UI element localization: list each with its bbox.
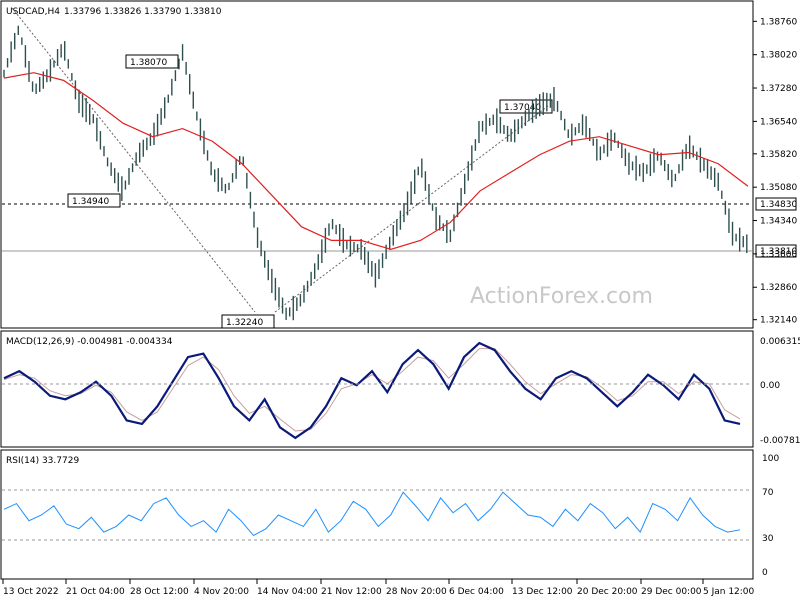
rsi-y-axis: 100 70 30 0 xyxy=(762,454,779,578)
price-header-ohlc: 1.33796 1.33826 1.33790 1.33810 xyxy=(64,7,222,17)
rsi-header: RSI(14) 33.7729 xyxy=(6,456,79,466)
rsi-panel-frame xyxy=(0,449,754,580)
x-tick-label: 13 Dec 12:00 xyxy=(512,587,573,597)
x-tick-label: 6 Dec 04:00 xyxy=(449,587,504,597)
x-tick-label: 14 Nov 04:00 xyxy=(257,587,318,597)
watermark: ActionForex.com xyxy=(470,284,653,309)
price-y-tick-label: 1.35080 xyxy=(760,183,797,193)
x-tick-label: 21 Oct 04:00 xyxy=(66,587,125,597)
price-y-tick-label: 1.38020 xyxy=(760,51,797,61)
price-series xyxy=(3,25,748,321)
macd-y-tick-label: 0.006315 xyxy=(760,337,800,347)
price-y-tick-label: 1.38760 xyxy=(760,17,797,27)
trendline-down xyxy=(11,7,256,313)
chart-root: USDCAD,H4 1.33796 1.33826 1.33790 1.3381… xyxy=(0,0,800,600)
price-y-tick-label: 1.37280 xyxy=(760,84,797,94)
rsi-y-tick-label: 0 xyxy=(762,568,768,578)
annotation-2: 1.34940 xyxy=(72,197,109,207)
price-y-tick-label: 1.32860 xyxy=(760,283,797,293)
macd-y-axis: 0.006315 0.00 -0.007818 xyxy=(760,337,800,446)
price-y-axis: 1.38760 1.38020 1.37280 1.36540 1.35820 1.350… xyxy=(753,17,797,326)
level-label-dashed: 1.34830 xyxy=(760,200,797,210)
x-tick-label: 5 Jan 12:00 xyxy=(703,587,755,597)
price-y-tick-label: 1.33600 xyxy=(760,250,797,260)
rsi-y-tick-label: 70 xyxy=(762,488,774,498)
x-tick-label: 20 Dec 20:00 xyxy=(577,587,638,597)
price-y-tick-label: 1.35820 xyxy=(760,150,797,160)
macd-line xyxy=(3,341,741,440)
x-tick-label: 4 Nov 20:00 xyxy=(194,587,249,597)
rsi-line xyxy=(3,491,741,537)
price-header-symbol: USDCAD,H4 xyxy=(6,7,60,17)
macd-y-tick-label: 0.00 xyxy=(760,381,780,391)
macd-y-tick-label: -0.007818 xyxy=(760,436,800,446)
annotation-3: 1.32240 xyxy=(226,318,263,328)
macd-header: MACD(12,26,9) -0.004981 -0.004334 xyxy=(6,337,173,347)
x-tick-label: 13 Oct 2022 xyxy=(3,587,59,597)
rsi-y-tick-label: 30 xyxy=(762,534,774,544)
macd-series xyxy=(3,341,741,440)
price-y-tick-label: 1.32140 xyxy=(760,316,797,326)
annotation-1: 1.38070 xyxy=(130,58,167,68)
x-tick-label: 28 Oct 12:00 xyxy=(130,587,189,597)
macd-signal-line xyxy=(3,348,741,432)
x-tick-label: 29 Dec 00:00 xyxy=(641,587,702,597)
rsi-series xyxy=(3,491,741,537)
chart-svg: USDCAD,H4 1.33796 1.33826 1.33790 1.3381… xyxy=(0,0,800,597)
price-y-tick-label: 1.34340 xyxy=(760,217,797,227)
price-y-tick-label: 1.36540 xyxy=(760,117,797,127)
x-axis: 13 Oct 2022 21 Oct 04:00 28 Oct 12:00 4 Nov… xyxy=(2,579,755,597)
x-tick-label: 28 Nov 20:00 xyxy=(386,587,447,597)
x-tick-label: 21 Nov 12:00 xyxy=(321,587,382,597)
rsi-y-tick-label: 100 xyxy=(762,454,779,464)
